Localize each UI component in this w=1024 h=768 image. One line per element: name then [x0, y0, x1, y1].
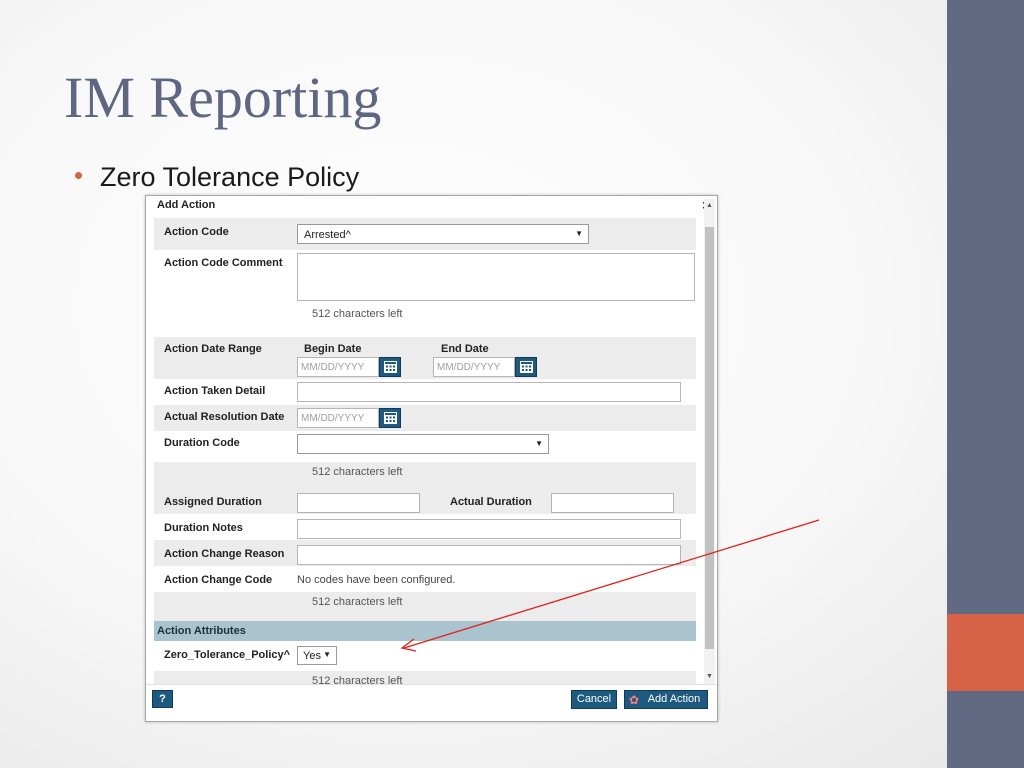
- end-date-input[interactable]: MM/DD/YYYY: [433, 357, 515, 377]
- actual-duration-input[interactable]: [551, 493, 674, 513]
- duration-code-label: Duration Code: [164, 437, 240, 449]
- action-change-code-hint-row: 512 characters left: [154, 592, 696, 621]
- end-date-label: End Date: [441, 343, 489, 355]
- zero-tolerance-row: Zero_Tolerance_Policy^ Yes ▼: [154, 641, 696, 671]
- chevron-down-icon: ▼: [323, 650, 331, 659]
- actual-resolution-date-label: Actual Resolution Date: [164, 411, 285, 423]
- action-code-select[interactable]: Arrested^ ▼: [297, 224, 589, 244]
- zero-tolerance-select[interactable]: Yes ▼: [297, 646, 337, 665]
- bullet-text: Zero Tolerance Policy: [100, 162, 360, 192]
- zero-tolerance-hint-row: 512 characters left: [154, 671, 696, 684]
- action-change-code-hint: 512 characters left: [312, 596, 403, 608]
- scroll-thumb[interactable]: [705, 227, 714, 649]
- dialog-scrollbar[interactable]: ▲ ▼: [704, 199, 715, 684]
- help-button[interactable]: ?: [152, 690, 173, 708]
- bullet-dot: [75, 172, 82, 179]
- dialog-title: Add Action: [157, 199, 216, 211]
- calendar-icon: [520, 361, 533, 373]
- zero-tolerance-hint: 512 characters left: [312, 675, 403, 684]
- calendar-icon: [384, 361, 397, 373]
- assigned-duration-input[interactable]: [297, 493, 420, 513]
- add-action-icon: ✿: [629, 693, 640, 707]
- action-code-label: Action Code: [164, 226, 229, 238]
- assigned-duration-label: Assigned Duration: [164, 496, 262, 508]
- duration-notes-input[interactable]: [297, 519, 681, 539]
- action-attributes-title: Action Attributes: [157, 625, 246, 637]
- duration-code-row: Duration Code ▼: [154, 431, 696, 457]
- action-taken-detail-row: Action Taken Detail: [154, 379, 696, 405]
- begin-date-input[interactable]: MM/DD/YYYY: [297, 357, 379, 377]
- cancel-button[interactable]: Cancel: [571, 690, 617, 709]
- add-action-dialog: Add Action ✖ Action Code Arrested^ ▼ Act…: [145, 195, 718, 722]
- action-code-row: Action Code Arrested^ ▼: [154, 218, 696, 250]
- action-change-reason-row: Action Change Reason: [154, 540, 696, 566]
- scroll-down-icon[interactable]: ▼: [706, 673, 713, 680]
- action-change-reason-label: Action Change Reason: [164, 548, 285, 560]
- begin-date-label: Begin Date: [304, 343, 362, 355]
- action-date-range-label: Action Date Range: [164, 343, 262, 355]
- action-code-comment-textarea[interactable]: [297, 253, 695, 301]
- action-taken-detail-input[interactable]: [297, 382, 681, 402]
- duration-code-hint: 512 characters left: [312, 466, 403, 478]
- action-taken-detail-label: Action Taken Detail: [164, 385, 266, 397]
- zero-tolerance-label: Zero_Tolerance_Policy^: [164, 649, 291, 661]
- end-date-calendar-button[interactable]: [515, 357, 537, 377]
- duration-code-hint-row: 512 characters left: [154, 462, 696, 488]
- chevron-down-icon: ▼: [535, 439, 543, 448]
- actual-duration-label: Actual Duration: [450, 496, 532, 508]
- action-change-code-value: No codes have been configured.: [297, 574, 456, 586]
- action-attributes-header: Action Attributes: [154, 621, 696, 641]
- duration-row: Assigned Duration Actual Duration: [154, 488, 696, 514]
- begin-date-calendar-button[interactable]: [379, 357, 401, 377]
- slide-title: IM Reporting: [64, 65, 382, 130]
- calendar-icon: [384, 412, 397, 424]
- resolution-date-calendar-button[interactable]: [379, 408, 401, 428]
- actual-resolution-date-row: Actual Resolution Date MM/DD/YYYY: [154, 405, 696, 431]
- add-action-label: Add Action: [647, 693, 701, 705]
- action-change-reason-input[interactable]: [297, 545, 681, 565]
- action-code-value: Arrested^: [304, 229, 351, 241]
- duration-notes-row: Duration Notes: [154, 514, 696, 540]
- chevron-down-icon: ▼: [575, 229, 583, 238]
- duration-notes-label: Duration Notes: [164, 522, 243, 534]
- action-change-code-label: Action Change Code: [164, 574, 273, 586]
- slide-side-accent: [947, 614, 1024, 691]
- action-change-code-row: Action Change Code No codes have been co…: [154, 566, 696, 592]
- dialog-footer: ? Cancel ✿ Add Action: [146, 684, 717, 721]
- duration-code-select[interactable]: ▼: [297, 434, 549, 454]
- action-date-range-row: Action Date Range Begin Date End Date MM…: [154, 337, 696, 379]
- scroll-up-icon[interactable]: ▲: [706, 202, 713, 209]
- zero-tolerance-value: Yes: [303, 650, 321, 662]
- action-code-comment-row: Action Code Comment 512 characters left: [154, 250, 696, 325]
- action-code-comment-label: Action Code Comment: [164, 257, 283, 269]
- actual-resolution-date-input[interactable]: MM/DD/YYYY: [297, 408, 379, 428]
- action-code-comment-hint: 512 characters left: [312, 308, 403, 320]
- add-action-button[interactable]: ✿ Add Action: [624, 690, 708, 709]
